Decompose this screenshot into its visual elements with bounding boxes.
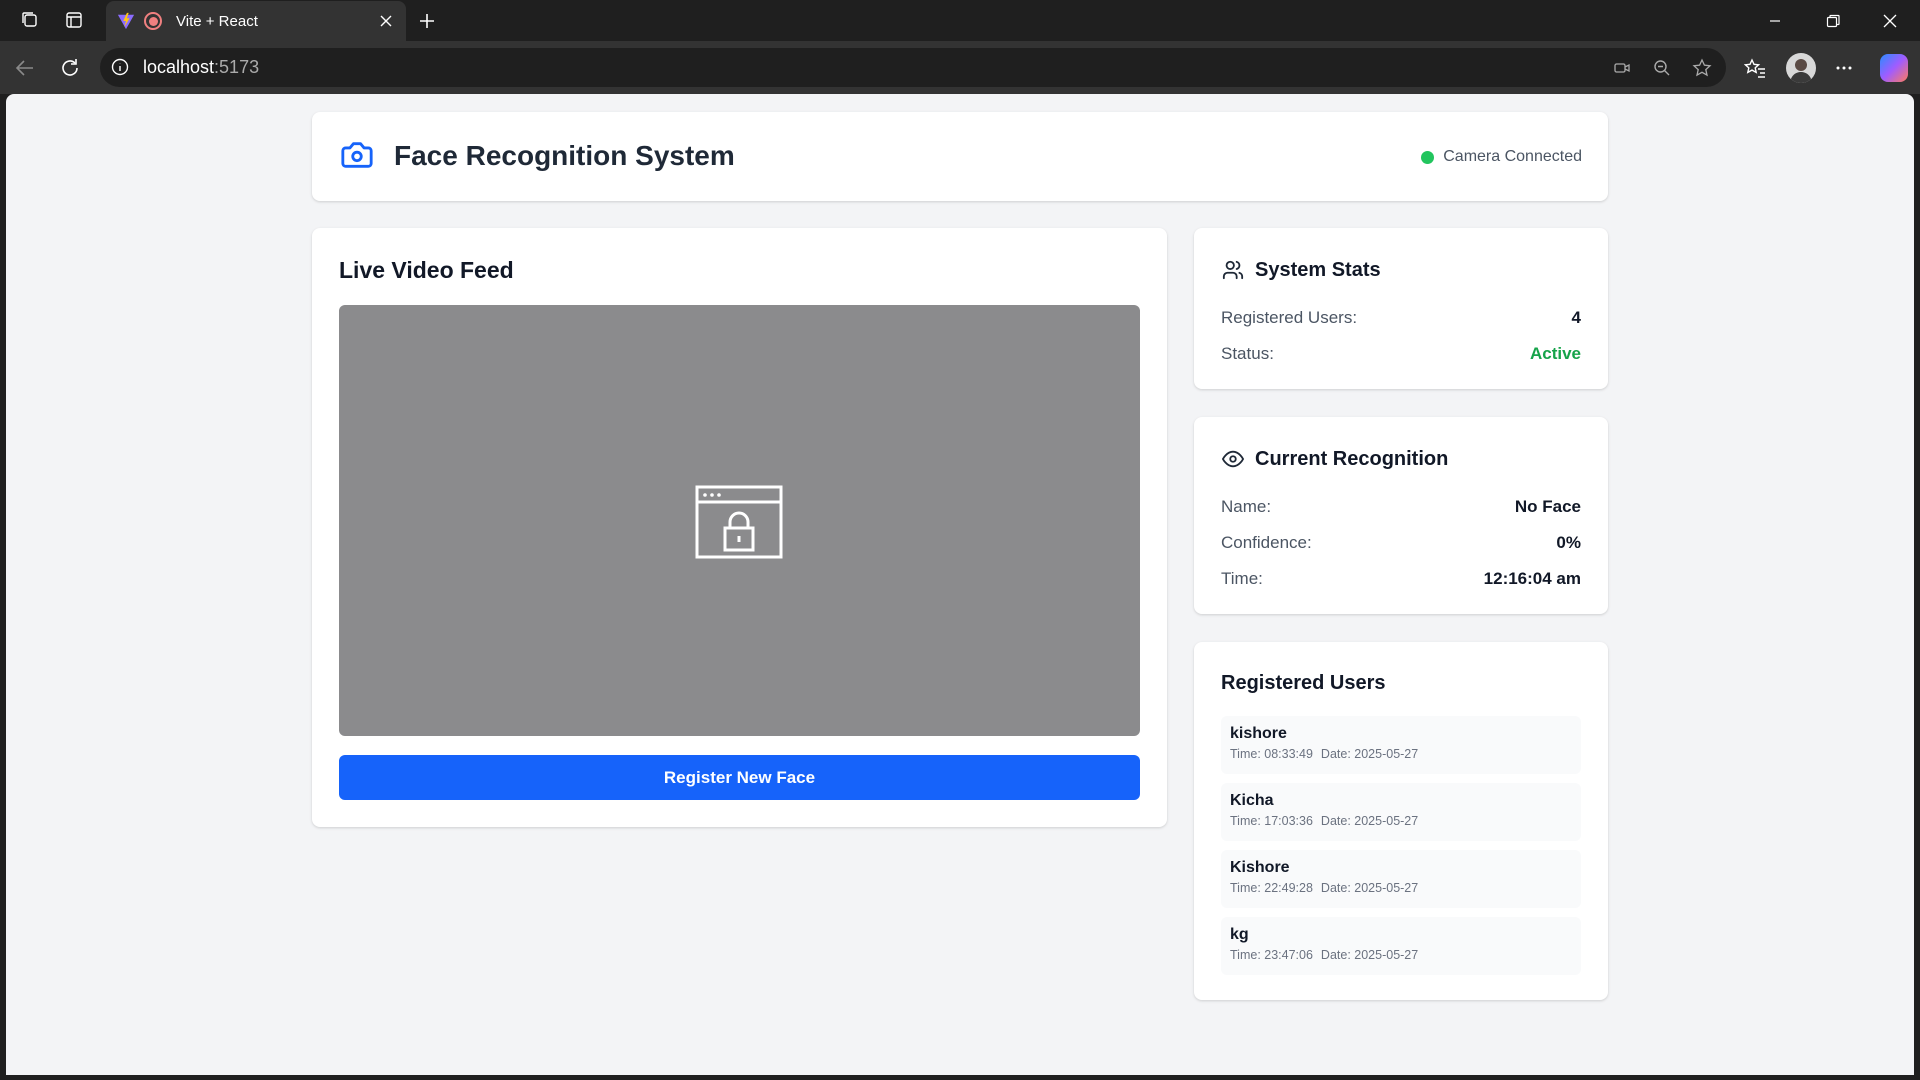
confidence-label: Confidence:	[1221, 533, 1312, 552]
recognition-name-row: Name: No Face	[1221, 497, 1581, 517]
video-feed-card: Live Video Feed Register New Face	[312, 228, 1167, 827]
copilot-icon[interactable]	[1880, 54, 1908, 82]
status-dot	[1421, 150, 1435, 164]
registered-users-title: Registered Users	[1221, 672, 1386, 694]
vite-logo-icon	[116, 11, 136, 31]
registered-users-count: 4	[1571, 308, 1581, 327]
new-tab-icon[interactable]	[414, 8, 440, 34]
favorites-icon[interactable]	[1741, 54, 1769, 82]
user-time: Time: 17:03:36	[1230, 814, 1313, 828]
user-name: kishore	[1230, 725, 1287, 742]
url-text[interactable]: localhost:5173	[143, 57, 259, 78]
user-meta: Time: 17:03:36 Date: 2025-05-27	[1230, 814, 1572, 828]
user-time: Time: 08:33:49	[1230, 747, 1313, 761]
address-bar[interactable]: localhost:5173	[100, 48, 1726, 87]
name-label: Name:	[1221, 497, 1272, 516]
recognition-time-row: Time: 12:16:04 am	[1221, 569, 1581, 589]
user-name: Kishore	[1230, 859, 1290, 876]
current-recognition-header: Current Recognition	[1221, 447, 1448, 471]
name-value: No Face	[1514, 497, 1581, 516]
video-feed	[339, 305, 1140, 736]
camera-status-label: Camera Connected	[1443, 148, 1582, 165]
user-name: Kicha	[1230, 792, 1274, 809]
user-date: Date: 2025-05-27	[1320, 747, 1419, 761]
url-port: :5173	[214, 57, 260, 77]
system-stats-title: System Stats	[1255, 258, 1381, 281]
list-item[interactable]: Kicha Time: 17:03:36 Date: 2025-05-27	[1221, 783, 1581, 841]
close-window-icon[interactable]	[1877, 8, 1903, 34]
list-item[interactable]: kishore Time: 08:33:49 Date: 2025-05-27	[1221, 716, 1581, 774]
user-meta: Time: 23:47:06 Date: 2025-05-27	[1230, 948, 1572, 962]
user-date: Date: 2025-05-27	[1320, 814, 1419, 828]
user-date: Date: 2025-05-27	[1320, 881, 1419, 895]
browser-tab-active[interactable]: Vite + React	[106, 1, 406, 41]
registered-users-card: Registered Users kishore Time: 08:33:49 D…	[1194, 642, 1608, 1000]
user-name: kg	[1230, 926, 1249, 943]
back-arrow-icon[interactable]	[11, 54, 39, 82]
more-menu-icon[interactable]	[1830, 54, 1858, 82]
camera-icon	[341, 142, 373, 168]
recording-indicator-icon	[144, 12, 162, 30]
users-icon	[1221, 258, 1245, 282]
status-label: Status:	[1221, 344, 1274, 363]
favorite-star-icon[interactable]	[1691, 57, 1713, 79]
registered-users-label: Registered Users:	[1221, 308, 1358, 327]
minimize-icon[interactable]	[1762, 8, 1788, 34]
restore-icon[interactable]	[1820, 8, 1846, 34]
vertical-tabs-icon[interactable]	[62, 8, 86, 32]
registered-users-row: Registered Users: 4	[1221, 308, 1581, 328]
page-viewport: Face Recognition System Camera Connected…	[6, 94, 1914, 1075]
video-feed-title: Live Video Feed	[339, 257, 514, 283]
confidence-value: 0%	[1556, 533, 1581, 552]
reload-icon[interactable]	[56, 54, 84, 82]
status-value: Active	[1529, 344, 1581, 363]
system-stats-card: System Stats Registered Users: 4 Status:…	[1194, 228, 1608, 389]
window-bottom-edge	[0, 1075, 1920, 1080]
registered-users-header: Registered Users	[1221, 672, 1386, 695]
browser-nav-bar: localhost:5173	[0, 41, 1920, 94]
user-time: Time: 22:49:28	[1230, 881, 1313, 895]
registered-users-list: kishore Time: 08:33:49 Date: 2025-05-27 K…	[1221, 716, 1581, 984]
workspaces-icon[interactable]	[18, 8, 42, 32]
app-header: Face Recognition System Camera Connected	[312, 112, 1608, 201]
status-row: Status: Active	[1221, 344, 1581, 364]
blocked-content-icon	[695, 485, 783, 559]
camera-in-use-icon[interactable]	[1611, 57, 1633, 79]
time-label: Time:	[1221, 569, 1263, 588]
page-title: Face Recognition System	[394, 140, 735, 171]
list-item[interactable]: Kishore Time: 22:49:28 Date: 2025-05-27	[1221, 850, 1581, 908]
list-item[interactable]: kg Time: 23:47:06 Date: 2025-05-27	[1221, 917, 1581, 975]
eye-icon	[1221, 447, 1245, 471]
user-date: Date: 2025-05-27	[1320, 948, 1419, 962]
zoom-icon[interactable]	[1651, 57, 1673, 79]
time-value: 12:16:04 am	[1483, 569, 1581, 588]
user-meta: Time: 08:33:49 Date: 2025-05-27	[1230, 747, 1572, 761]
register-new-face-button[interactable]: Register New Face	[339, 755, 1140, 800]
tab-title: Vite + React	[176, 12, 258, 30]
current-recognition-title: Current Recognition	[1255, 447, 1449, 470]
site-info-icon[interactable]	[110, 57, 130, 77]
user-meta: Time: 22:49:28 Date: 2025-05-27	[1230, 881, 1572, 895]
user-time: Time: 23:47:06	[1230, 948, 1313, 962]
url-host: localhost	[143, 57, 215, 77]
camera-status: Camera Connected	[1421, 148, 1582, 166]
profile-avatar[interactable]	[1786, 53, 1816, 83]
browser-title-bar: Vite + React	[0, 0, 1920, 41]
system-stats-header: System Stats	[1221, 258, 1381, 282]
current-recognition-card: Current Recognition Name: No Face Confid…	[1194, 417, 1608, 614]
close-tab-icon[interactable]	[376, 11, 396, 31]
recognition-confidence-row: Confidence: 0%	[1221, 533, 1581, 553]
